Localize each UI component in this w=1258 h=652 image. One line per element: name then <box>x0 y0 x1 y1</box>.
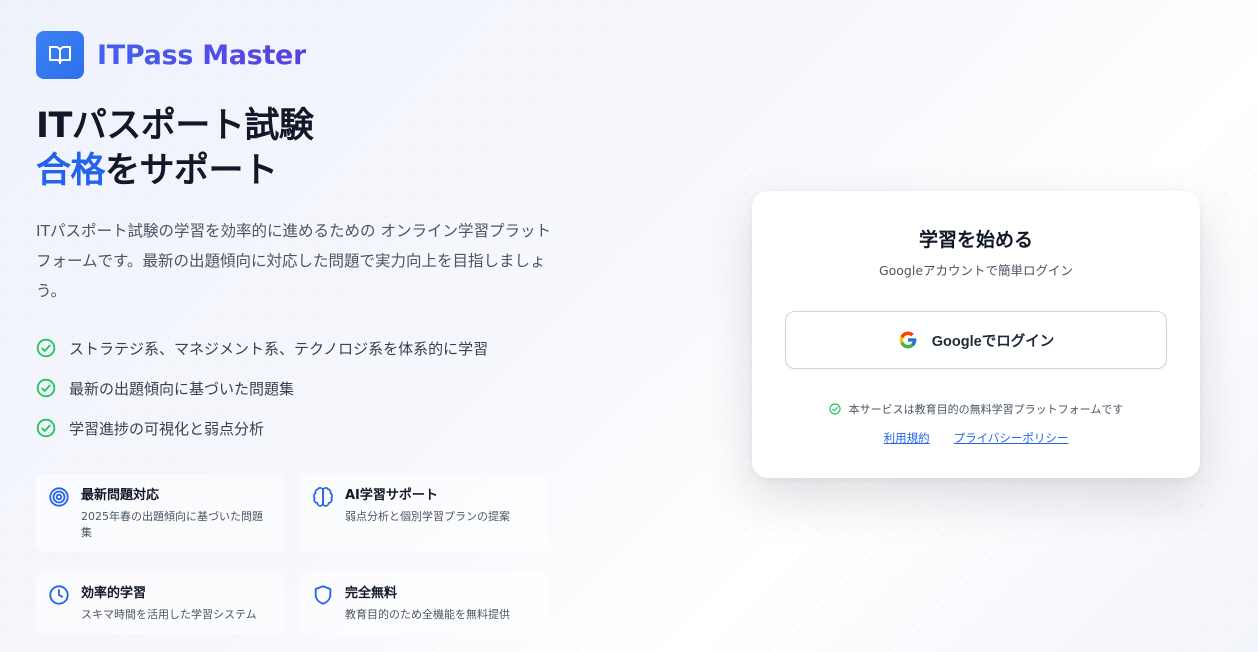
feature-desc: 教育目的のため全機能を無料提供 <box>345 608 510 621</box>
brand-name: ITPass Master <box>97 39 307 71</box>
checklist-text: 学習進捗の可視化と弱点分析 <box>69 419 265 438</box>
clock-icon <box>49 585 69 605</box>
check-circle-icon <box>829 403 841 415</box>
feature-card-free: 完全無料 教育目的のため全機能を無料提供 <box>300 572 548 634</box>
service-note-text: 本サービスは教育目的の無料学習プラットフォームです <box>848 403 1124 416</box>
title-accent: 合格 <box>36 151 106 191</box>
page-title: ITパスポート試験 合格をサポート <box>36 104 314 194</box>
feature-title: AI学習サポート <box>345 488 438 503</box>
check-circle-icon <box>36 418 56 438</box>
feature-title: 効率的学習 <box>81 586 147 601</box>
check-circle-icon <box>36 378 56 398</box>
hero-description: ITパスポート試験の学習を効率的に進めるための オンライン学習プラットフォームで… <box>36 222 551 300</box>
title-line-1: ITパスポート試験 <box>36 106 314 146</box>
target-icon <box>49 487 69 507</box>
feature-desc: 2025年春の出題傾向に基づいた問題集 <box>81 510 263 539</box>
brain-icon <box>313 487 333 507</box>
checklist-item: 学習進捗の可視化と弱点分析 <box>36 416 488 440</box>
checklist-item: 最新の出題傾向に基づいた問題集 <box>36 376 488 400</box>
checklist-text: 最新の出題傾向に基づいた問題集 <box>69 379 295 398</box>
check-circle-icon <box>36 338 56 358</box>
google-icon <box>899 331 917 349</box>
terms-link[interactable]: 利用規約 <box>884 430 930 446</box>
shield-icon <box>314 585 332 605</box>
brand-logo[interactable]: ITPass Master <box>36 31 306 79</box>
privacy-link[interactable]: プライバシーポリシー <box>954 430 1069 446</box>
checklist-item: ストラテジ系、マネジメント系、テクノロジ系を体系的に学習 <box>36 336 488 360</box>
checklist-text: ストラテジ系、マネジメント系、テクノロジ系を体系的に学習 <box>69 339 489 358</box>
login-title: 学習を始める <box>918 229 1033 251</box>
feature-title: 完全無料 <box>345 586 398 601</box>
feature-checklist: ストラテジ系、マネジメント系、テクノロジ系を体系的に学習 最新の出題傾向に基づい… <box>36 336 488 456</box>
login-subtitle: Googleアカウントで簡単ログイン <box>878 263 1074 278</box>
legal-links: 利用規約 プライバシーポリシー <box>752 430 1200 446</box>
feature-desc: スキマ時間を活用した学習システム <box>81 608 257 621</box>
feature-desc: 弱点分析と個別学習プランの提案 <box>345 510 510 523</box>
google-login-label: Googleでログイン <box>931 333 1055 350</box>
feature-card-ai: AI学習サポート 弱点分析と個別学習プランの提案 <box>300 474 548 552</box>
service-note: 本サービスは教育目的の無料学習プラットフォームです <box>752 401 1200 417</box>
book-open-icon <box>36 31 84 79</box>
feature-card-efficient: 効率的学習 スキマ時間を活用した学習システム <box>36 572 284 634</box>
feature-title: 最新問題対応 <box>81 488 160 503</box>
google-login-button[interactable]: Googleでログイン <box>785 311 1167 369</box>
login-card: 学習を始める Googleアカウントで簡単ログイン Googleでログイン 本サ… <box>752 191 1200 478</box>
feature-card-latest: 最新問題対応 2025年春の出題傾向に基づいた問題集 <box>36 474 284 552</box>
title-line-2: をサポート <box>105 151 278 191</box>
